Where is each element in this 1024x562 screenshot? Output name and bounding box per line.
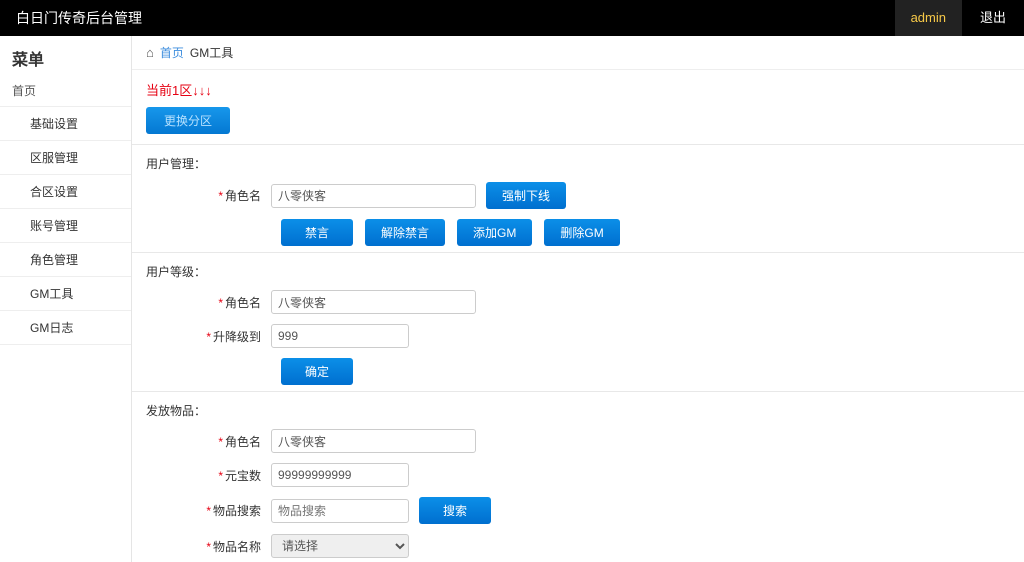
sidebar-menu-title: 菜单 (0, 36, 131, 76)
sidebar-home[interactable]: 首页 (0, 76, 131, 107)
home-icon: ⌂ (146, 45, 154, 60)
ban-button[interactable]: 禁言 (281, 219, 353, 246)
section-user-level-title: 用户等级： (146, 263, 1010, 280)
delete-gm-button[interactable]: 删除GM (544, 219, 619, 246)
item-search-input[interactable] (271, 499, 409, 523)
unban-button[interactable]: 解除禁言 (365, 219, 445, 246)
topbar: 白日门传奇后台管理 admin 退出 (0, 0, 1024, 36)
role-name-label-2: 角色名 (225, 296, 261, 310)
item-name-label: 物品名称 (213, 540, 261, 554)
role-name-input-2[interactable] (271, 290, 476, 314)
sidebar-item-merge-settings[interactable]: 合区设置 (0, 174, 131, 209)
section-send-items: 发放物品： *角色名 *元宝数 *物品搜索 搜索 *物品名称 请选择 (132, 391, 1024, 562)
section-user-manage: 用户管理： *角色名 强制下线 禁言 解除禁言 添加GM 删除GM (132, 144, 1024, 252)
main-content: ⌂ 首页 GM工具 当前1区↓↓↓ 更换分区 用户管理： *角色名 强制下线 禁… (132, 36, 1024, 562)
sidebar-item-basic-settings[interactable]: 基础设置 (0, 106, 131, 141)
item-search-label: 物品搜索 (213, 504, 261, 518)
role-name-input-1[interactable] (271, 184, 476, 208)
role-name-input-3[interactable] (271, 429, 476, 453)
confirm-level-button[interactable]: 确定 (281, 358, 353, 385)
current-zone-status: 当前1区↓↓↓ (132, 70, 1024, 103)
section-send-items-title: 发放物品： (146, 402, 1010, 419)
sidebar: 菜单 首页 基础设置 区服管理 合区设置 账号管理 角色管理 GM工具 GM日志 (0, 36, 132, 562)
admin-link[interactable]: admin (895, 0, 962, 36)
level-label: 升降级到 (213, 330, 261, 344)
app-title: 白日门传奇后台管理 (16, 8, 142, 28)
role-name-label-1: 角色名 (225, 189, 261, 203)
sidebar-item-account-manage[interactable]: 账号管理 (0, 208, 131, 243)
breadcrumb: ⌂ 首页 GM工具 (132, 36, 1024, 70)
sidebar-item-gm-tools[interactable]: GM工具 (0, 276, 131, 311)
section-user-manage-title: 用户管理： (146, 155, 1010, 172)
level-input[interactable] (271, 324, 409, 348)
sidebar-item-zone-manage[interactable]: 区服管理 (0, 140, 131, 175)
section-user-level: 用户等级： *角色名 *升降级到 确定 (132, 252, 1024, 391)
sidebar-item-role-manage[interactable]: 角色管理 (0, 242, 131, 277)
gold-input[interactable] (271, 463, 409, 487)
role-name-label-3: 角色名 (225, 435, 261, 449)
add-gm-button[interactable]: 添加GM (457, 219, 532, 246)
logout-link[interactable]: 退出 (962, 0, 1024, 36)
breadcrumb-current: GM工具 (190, 44, 233, 61)
gold-label: 元宝数 (225, 469, 261, 483)
sidebar-item-gm-logs[interactable]: GM日志 (0, 310, 131, 345)
switch-zone-button[interactable]: 更换分区 (146, 107, 230, 134)
item-search-button[interactable]: 搜索 (419, 497, 491, 524)
item-name-select[interactable]: 请选择 (271, 534, 409, 558)
force-offline-button[interactable]: 强制下线 (486, 182, 566, 209)
breadcrumb-home[interactable]: 首页 (160, 44, 184, 61)
